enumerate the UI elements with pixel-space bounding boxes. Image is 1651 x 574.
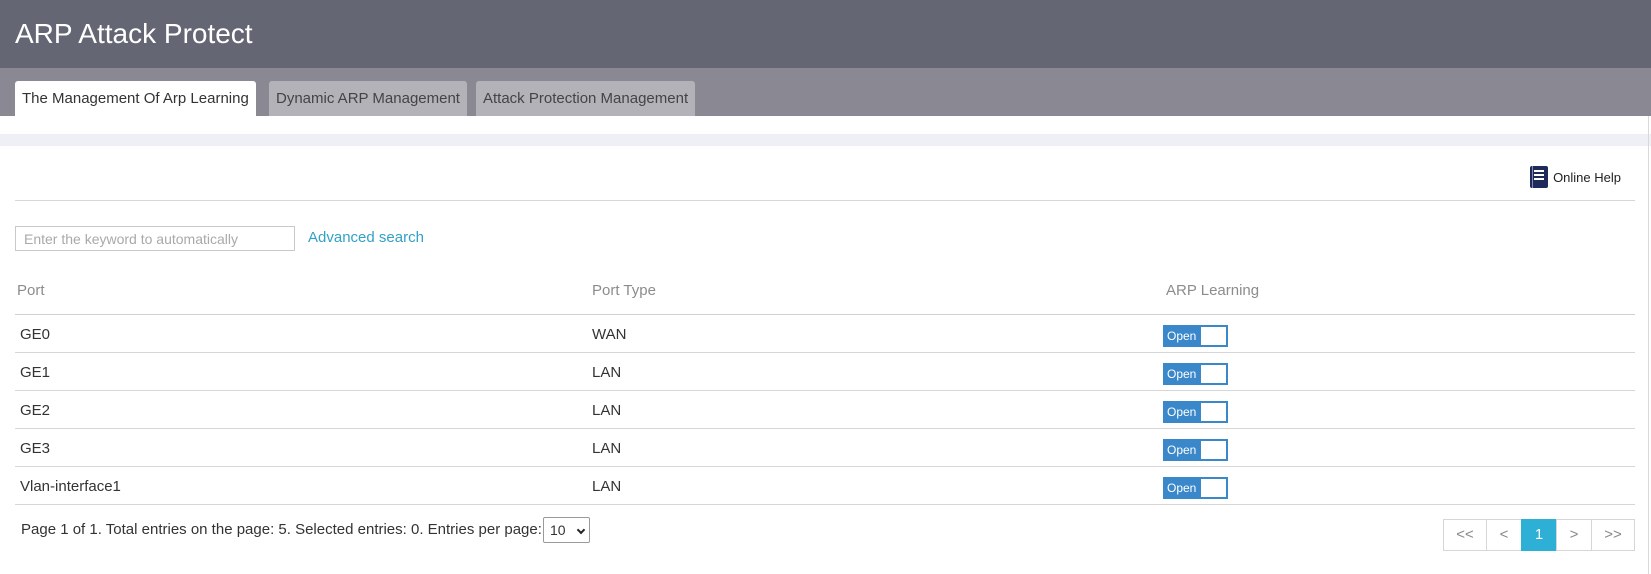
port-type-cell: LAN [592,364,622,381]
toggle-label: Open [1165,479,1201,497]
tab-arp-learning[interactable]: The Management Of Arp Learning [15,81,256,116]
tab-bar: The Management Of Arp Learning Dynamic A… [0,68,1651,116]
port-type-cell: LAN [592,440,622,457]
pagination-summary: Page 1 of 1. Total entries on the page: … [21,521,542,538]
arp-learning-toggle[interactable]: Open [1163,363,1228,385]
page-header: ARP Attack Protect [0,0,1651,68]
tab-attack-protection[interactable]: Attack Protection Management [476,81,696,116]
port-type-cell: LAN [592,478,622,495]
arp-learning-toggle[interactable]: Open [1163,325,1228,347]
advanced-search-link[interactable]: Advanced search [308,229,424,246]
entries-per-page-value: 10 [550,522,566,538]
section-band [0,134,1651,146]
first-page-button[interactable]: << [1443,519,1487,551]
toggle-label: Open [1165,327,1201,345]
arp-learning-toggle[interactable]: Open [1163,477,1228,499]
table-row: GE3 LAN Open [15,429,1635,467]
toggle-label: Open [1165,365,1201,383]
prev-page-button[interactable]: < [1486,519,1522,551]
last-page-button[interactable]: >> [1591,519,1635,551]
next-page-button[interactable]: > [1556,519,1592,551]
port-type-cell: WAN [592,326,627,343]
entries-per-page-select[interactable]: 10 [543,517,590,543]
column-header-arp-learning: ARP Learning [1166,282,1260,299]
toggle-label: Open [1165,441,1201,459]
arp-learning-toggle[interactable]: Open [1163,439,1228,461]
table-row: GE2 LAN Open [15,391,1635,429]
column-header-port: Port [17,282,45,299]
toolbar-divider [15,200,1635,201]
book-icon [1530,166,1549,188]
table-row: GE1 LAN Open [15,353,1635,391]
table-row: GE0 WAN Open [15,315,1635,353]
page-1-button[interactable]: 1 [1521,519,1557,551]
tab-dynamic-arp[interactable]: Dynamic ARP Management [269,81,467,116]
column-header-port-type: Port Type [592,282,656,299]
page-title: ARP Attack Protect [15,18,253,49]
search-input[interactable] [15,226,295,251]
port-cell: GE0 [20,326,51,343]
table-row: Vlan-interface1 LAN Open [15,467,1635,505]
pagination: << < 1 > >> [1443,519,1635,551]
port-cell: GE1 [20,364,51,381]
online-help-link[interactable]: Online Help [1530,166,1621,188]
toggle-label: Open [1165,403,1201,421]
port-cell: Vlan-interface1 [20,478,121,495]
online-help-label: Online Help [1553,169,1621,185]
port-cell: GE3 [20,440,51,457]
content-border [1648,116,1649,574]
port-type-cell: LAN [592,402,622,419]
arp-learning-toggle[interactable]: Open [1163,401,1228,423]
port-cell: GE2 [20,402,51,419]
chevron-down-icon [576,525,586,535]
